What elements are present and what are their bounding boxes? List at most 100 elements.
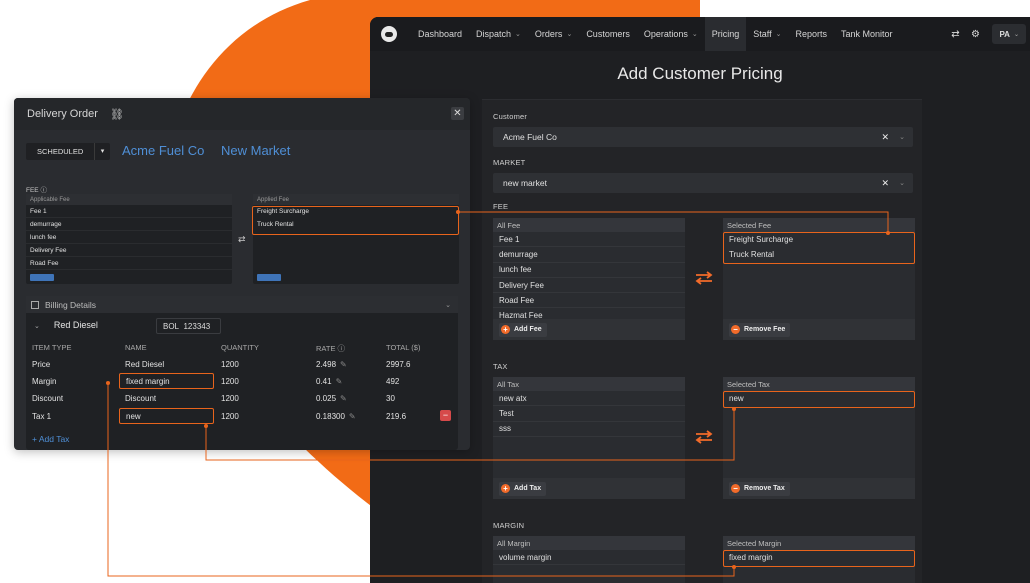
delivery-order-dialog: Delivery Order ⛓ ✕ SCHEDULED ▾ Acme Fuel… bbox=[14, 98, 470, 450]
remove-tax-button[interactable]: − Remove Tax bbox=[729, 481, 790, 496]
chevron-down-icon[interactable]: ▾ bbox=[94, 143, 110, 160]
add-tax-button[interactable]: + Add Tax bbox=[499, 481, 547, 496]
chevron-down-icon: ⌄ bbox=[34, 323, 40, 330]
list-item[interactable]: Road Fee bbox=[26, 257, 232, 270]
col-quantity: QUANTITY bbox=[221, 343, 259, 352]
delete-row-button[interactable]: − bbox=[440, 410, 451, 421]
remove-fee-button[interactable] bbox=[257, 274, 281, 281]
remove-fee-button[interactable]: − Remove Fee bbox=[729, 322, 791, 337]
list-item[interactable]: lunch fee bbox=[26, 231, 232, 244]
nav-dashboard[interactable]: Dashboard bbox=[411, 17, 469, 51]
billing-header[interactable]: Billing Details ⌄ bbox=[26, 296, 458, 313]
all-fee-list: All Fee Fee 1 demurrage lunch fee Delive… bbox=[493, 218, 685, 340]
nav-dispatch[interactable]: Dispatch ⌄ bbox=[469, 17, 528, 51]
add-fee-button[interactable] bbox=[30, 274, 54, 281]
nav-staff[interactable]: Staff ⌄ bbox=[746, 17, 788, 51]
plus-icon: + bbox=[501, 484, 510, 493]
pencil-icon[interactable]: ✎ bbox=[340, 360, 347, 369]
table-cell: Tax 1 bbox=[32, 412, 52, 421]
market-link[interactable]: New Market bbox=[221, 143, 290, 158]
clear-icon[interactable]: ✕ bbox=[881, 178, 889, 189]
dialog-title: Delivery Order bbox=[27, 108, 98, 120]
list-item[interactable]: Fee 1 bbox=[26, 205, 232, 218]
margin-section-label: MARGIN bbox=[493, 521, 525, 530]
selected-fee-highlight bbox=[723, 232, 915, 264]
table-cell: 0.025 ✎ bbox=[316, 394, 347, 403]
transfer-icon[interactable] bbox=[694, 430, 714, 444]
close-icon[interactable]: ✕ bbox=[451, 107, 464, 120]
list-item[interactable]: Road Fee bbox=[493, 293, 685, 309]
list-item[interactable]: demurrage bbox=[493, 247, 685, 263]
table-cell: 2.498 ✎ bbox=[316, 360, 347, 369]
page-title: Add Customer Pricing bbox=[617, 64, 783, 83]
gear-icon[interactable]: ⚙ bbox=[968, 29, 982, 40]
selected-margin-highlight bbox=[723, 550, 915, 567]
table-cell: 1200 bbox=[221, 394, 239, 403]
market-label: MARKET bbox=[493, 158, 526, 167]
chevron-down-icon: ⌄ bbox=[775, 31, 782, 38]
app-logo-icon[interactable] bbox=[381, 26, 397, 42]
nav-tank-monitor[interactable]: Tank Monitor bbox=[834, 17, 900, 51]
status-dropdown[interactable]: SCHEDULED ▾ bbox=[26, 143, 110, 160]
table-cell: Red Diesel bbox=[125, 360, 165, 369]
tax-section-label: TAX bbox=[493, 362, 508, 371]
table-cell: 492 bbox=[386, 377, 400, 386]
list-item[interactable]: demurrage bbox=[26, 218, 232, 231]
pencil-icon[interactable]: ✎ bbox=[349, 412, 356, 421]
list-item[interactable]: Delivery Fee bbox=[493, 278, 685, 294]
list-item[interactable]: Delivery Fee bbox=[26, 244, 232, 257]
link-icon[interactable]: ⛓ bbox=[110, 108, 124, 121]
chevron-down-icon: ⌄ bbox=[691, 31, 698, 38]
info-icon[interactable]: ⓘ bbox=[338, 344, 346, 353]
top-nav: Dashboard Dispatch ⌄ Orders ⌄ Customers Op… bbox=[370, 17, 1030, 51]
chevron-down-icon[interactable]: ⌄ bbox=[899, 133, 905, 141]
pencil-icon[interactable]: ✎ bbox=[336, 377, 343, 386]
table-cell: 2997.6 bbox=[386, 360, 411, 369]
product-name[interactable]: ⌄ Red Diesel bbox=[34, 320, 98, 330]
add-fee-button[interactable]: + Add Fee bbox=[499, 322, 547, 337]
margin-name-field[interactable]: fixed margin bbox=[119, 373, 214, 389]
info-icon[interactable]: ⓘ bbox=[40, 187, 47, 194]
clear-icon[interactable]: ✕ bbox=[881, 132, 889, 143]
minus-icon: − bbox=[731, 325, 740, 334]
swap-icon[interactable]: ⇄ bbox=[238, 234, 246, 245]
list-item[interactable]: new atx bbox=[493, 391, 685, 407]
nav-customers[interactable]: Customers bbox=[579, 17, 637, 51]
nav-orders[interactable]: Orders ⌄ bbox=[528, 17, 579, 51]
user-avatar[interactable]: PA ⌄ bbox=[992, 24, 1026, 44]
customer-label: Customer bbox=[493, 112, 528, 121]
billing-icon bbox=[31, 300, 39, 309]
chevron-down-icon: ⌄ bbox=[566, 31, 573, 38]
col-name: NAME bbox=[125, 343, 147, 352]
list-item[interactable]: volume margin bbox=[493, 550, 685, 566]
col-item-type: ITEM TYPE bbox=[32, 343, 72, 352]
chevron-down-icon[interactable]: ⌄ bbox=[899, 179, 905, 187]
list-item[interactable]: Test bbox=[493, 406, 685, 422]
nav-reports[interactable]: Reports bbox=[788, 17, 834, 51]
bol-field[interactable]: BOL 123343 bbox=[156, 318, 221, 334]
list-item[interactable]: sss bbox=[493, 422, 685, 437]
customer-link[interactable]: Acme Fuel Co bbox=[122, 143, 204, 158]
table-cell: 1200 bbox=[221, 360, 239, 369]
swap-icon[interactable]: ⇄ bbox=[948, 29, 962, 40]
customer-select[interactable]: Acme Fuel Co ✕ ⌄ bbox=[493, 127, 913, 147]
list-item[interactable]: Fee 1 bbox=[493, 232, 685, 248]
market-select[interactable]: new market ✕ ⌄ bbox=[493, 173, 913, 193]
all-margin-list: All Margin volume margin bbox=[493, 536, 685, 583]
applicable-fee-list: Applicable Fee Fee 1 demurrage lunch fee… bbox=[26, 194, 232, 284]
add-tax-link[interactable]: + Add Tax bbox=[32, 434, 69, 444]
transfer-icon[interactable] bbox=[694, 271, 714, 285]
table-cell: Price bbox=[32, 360, 51, 369]
fee-label: FEE ⓘ bbox=[26, 187, 47, 194]
pencil-icon[interactable]: ✎ bbox=[340, 394, 347, 403]
chevron-down-icon: ⌄ bbox=[1013, 31, 1019, 38]
tax-name-field[interactable]: new bbox=[119, 408, 214, 424]
table-cell: 219.6 bbox=[386, 412, 407, 421]
minus-icon: − bbox=[731, 484, 740, 493]
nav-pricing[interactable]: Pricing bbox=[704, 17, 747, 51]
all-tax-list: All Tax new atx Test sss + Add Tax bbox=[493, 377, 685, 499]
col-total: TOTAL ($) bbox=[386, 343, 421, 352]
list-item[interactable]: lunch fee bbox=[493, 263, 685, 278]
nav-operations[interactable]: Operations ⌄ bbox=[637, 17, 705, 51]
chevron-down-icon[interactable]: ⌄ bbox=[445, 301, 451, 309]
